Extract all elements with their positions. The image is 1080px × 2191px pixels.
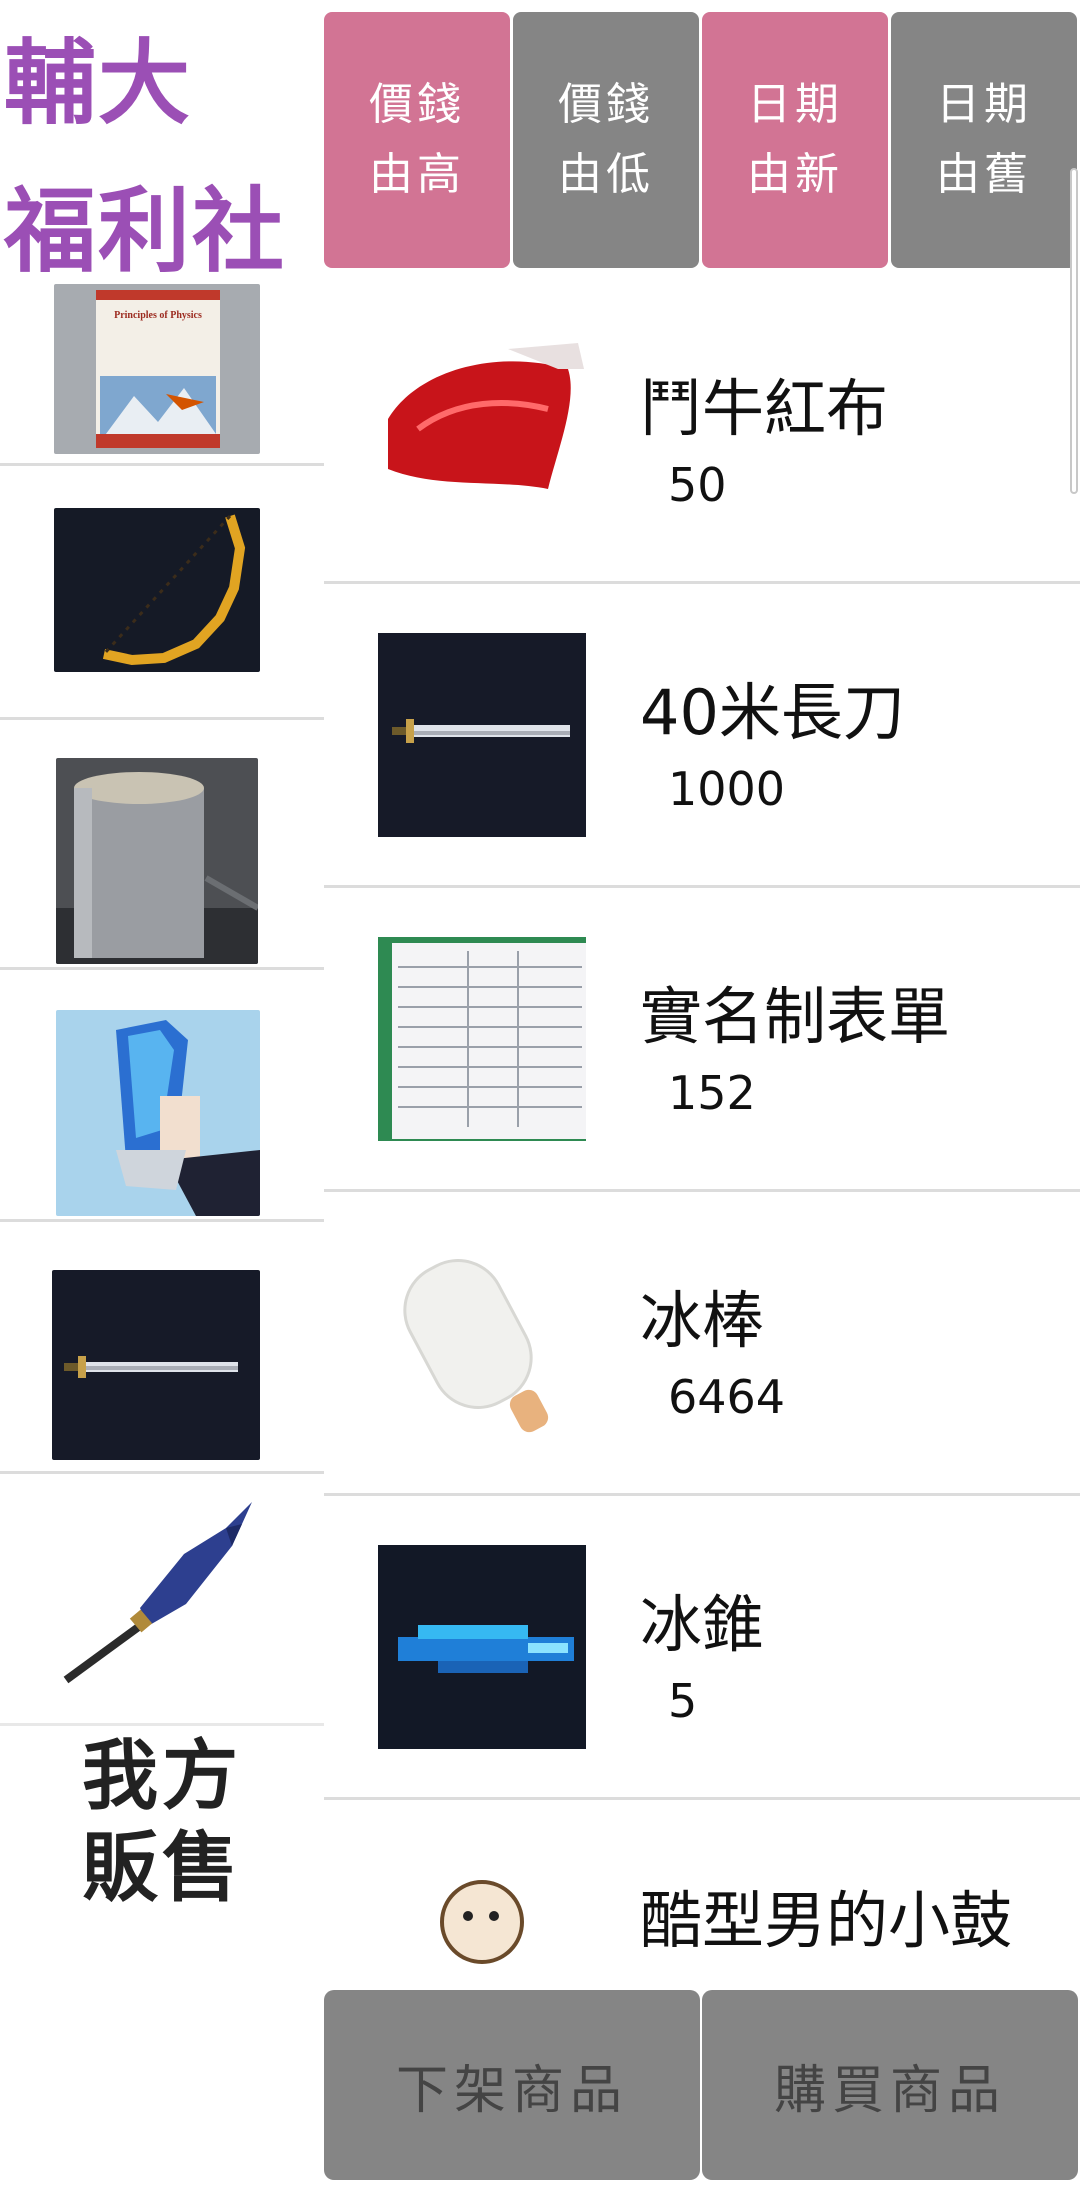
product-row[interactable]: 實名制表單 152 (324, 888, 1080, 1192)
product-price: 50 (668, 458, 727, 512)
red-cloth-image (378, 328, 586, 533)
remove-product-button[interactable]: 下架商品 (324, 1990, 700, 2180)
product-list: 鬥牛紅布 50 40米長刀 1000 實名制表單 152 冰棒 6464 冰錐 … (324, 280, 1080, 1990)
buster-sword-image (56, 1494, 266, 1708)
popsicle-image (378, 1240, 586, 1445)
pixel-sword-image (52, 1270, 260, 1460)
buy-product-button[interactable]: 購買商品 (702, 1990, 1078, 2180)
textbook-title: Principles of Physics (114, 310, 202, 321)
sort-date-old-button[interactable]: 日期 由舊 (891, 12, 1077, 268)
sort-price-low-line2: 由低 (558, 149, 654, 200)
product-row[interactable]: 40米長刀 1000 (324, 584, 1080, 888)
sort-date-old-line2: 由舊 (936, 149, 1032, 200)
pixel-ice-shard-image (378, 1544, 586, 1749)
paper-form-image (378, 936, 586, 1141)
product-row[interactable]: 酷型男的小鼓 (324, 1800, 1080, 1990)
product-row[interactable]: 冰錐 5 (324, 1496, 1080, 1800)
sort-date-old-line1: 日期 (936, 79, 1032, 130)
own-sales-line1: 我方 (82, 1731, 242, 1820)
product-name: 實名制表單 (640, 980, 951, 1053)
cartoon-drum-image (378, 1858, 586, 1990)
product-name: 冰棒 (640, 1284, 765, 1357)
app-title: 輔大 福利社 (0, 10, 324, 306)
sort-price-high-line1: 價錢 (369, 79, 465, 130)
ice-crystal-hand-image (56, 1010, 260, 1216)
app-title-line1: 輔大 (4, 30, 193, 137)
product-price: 5 (668, 1674, 698, 1728)
product-name: 冰錐 (640, 1588, 765, 1661)
sidebar-item-3[interactable] (0, 720, 324, 970)
product-name: 酷型男的小鼓 (640, 1884, 1013, 1957)
sort-date-new-line2: 由新 (747, 149, 843, 200)
product-name: 40米長刀 (640, 676, 905, 749)
sidebar: 輔大 福利社 Principles of Physics 我方 販售 (0, 0, 324, 2191)
physics-textbook-image: Principles of Physics (54, 284, 260, 454)
sort-date-new-line1: 日期 (747, 79, 843, 130)
sort-date-new-button[interactable]: 日期 由新 (702, 12, 888, 268)
own-sales-tab[interactable]: 我方 販售 (0, 1730, 324, 1970)
sort-price-low-button[interactable]: 價錢 由低 (513, 12, 699, 268)
sidebar-item-5[interactable] (0, 1222, 324, 1474)
product-row[interactable]: 冰棒 6464 (324, 1192, 1080, 1496)
pixel-bow-image (54, 508, 260, 672)
product-price: 6464 (668, 1370, 786, 1424)
own-sales-line2: 販售 (82, 1823, 242, 1912)
product-row[interactable]: 鬥牛紅布 50 (324, 280, 1080, 584)
product-price: 1000 (668, 762, 786, 816)
sidebar-item-4[interactable] (0, 970, 324, 1222)
sidebar-item-6[interactable] (0, 1474, 324, 1726)
sort-price-high-button[interactable]: 價錢 由高 (324, 12, 510, 268)
sort-price-low-line1: 價錢 (558, 79, 654, 130)
product-name: 鬥牛紅布 (640, 372, 889, 445)
sidebar-item-1[interactable]: Principles of Physics (0, 272, 324, 466)
product-price: 152 (668, 1066, 756, 1120)
pixel-sword-image (378, 632, 586, 837)
sidebar-item-2[interactable] (0, 466, 324, 720)
metal-pot-image (56, 758, 258, 964)
sort-price-high-line2: 由高 (369, 149, 465, 200)
